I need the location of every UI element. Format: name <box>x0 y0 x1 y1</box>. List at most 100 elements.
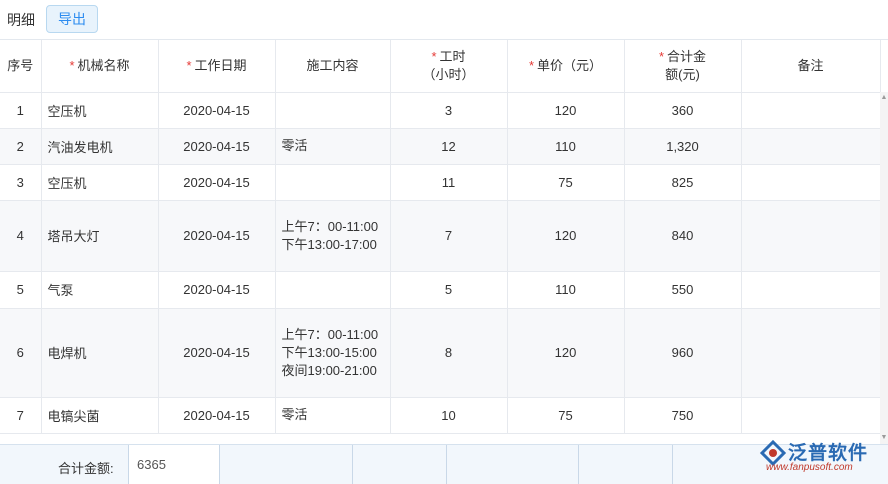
cell-hours[interactable]: 3 <box>390 92 508 129</box>
brand-logo: 泛普软件 www.fanpusoft.com <box>758 436 886 482</box>
cell-note[interactable] <box>741 200 881 272</box>
required-asterisk: * <box>658 48 665 64</box>
cell-hours[interactable]: 10 <box>390 397 508 434</box>
footer-divider <box>672 445 673 484</box>
cell-no: 3 <box>0 164 42 201</box>
cell-date[interactable]: 2020-04-15 <box>158 397 276 434</box>
header-note[interactable]: 备注 <box>741 40 881 93</box>
cell-content[interactable] <box>275 164 391 201</box>
cell-note[interactable] <box>741 271 881 309</box>
header-label: 工作日期 <box>194 57 247 73</box>
cell-hours[interactable]: 5 <box>390 271 508 309</box>
required-asterisk: * <box>186 57 192 73</box>
table-row[interactable]: 4 塔吊大灯 2020-04-15 上午7：00-11:00下午13:00-17… <box>0 200 881 272</box>
cell-no: 6 <box>0 308 42 398</box>
cell-date[interactable]: 2020-04-15 <box>158 164 276 201</box>
cell-no: 4 <box>0 200 42 272</box>
header-no[interactable]: 序号 <box>0 40 42 93</box>
cell-content[interactable] <box>275 92 391 129</box>
cell-no: 5 <box>0 271 42 309</box>
cell-price[interactable]: 120 <box>507 308 625 398</box>
summary-footer: 合计金额: 6365 <box>0 444 888 484</box>
cell-amount: 750 <box>624 397 742 434</box>
cell-price[interactable]: 110 <box>507 128 625 165</box>
machinery-table: 序号 * 机械名称 * 工作日期 施工内容 * 工时（小时） * 单价（元） * 合计金额… <box>0 40 881 434</box>
cell-machine[interactable]: 气泵 <box>41 271 159 309</box>
required-asterisk: * <box>69 57 75 73</box>
scroll-up-icon[interactable]: ▲ <box>880 94 888 102</box>
table-row[interactable]: 7 电镐尖菌 2020-04-15 零活 10 75 750 <box>0 397 881 434</box>
cell-price[interactable]: 75 <box>507 164 625 201</box>
cell-machine[interactable]: 电焊机 <box>41 308 159 398</box>
table-row[interactable]: 5 气泵 2020-04-15 5 110 550 <box>0 271 881 309</box>
cell-amount: 360 <box>624 92 742 129</box>
header-content[interactable]: 施工内容 <box>275 40 391 93</box>
cell-note[interactable] <box>741 308 881 398</box>
cell-machine[interactable]: 空压机 <box>41 92 159 129</box>
cell-hours[interactable]: 8 <box>390 308 508 398</box>
footer-divider <box>352 445 353 484</box>
logo-url-text: www.fanpusoft.com <box>766 462 853 473</box>
cell-content[interactable]: 零活 <box>275 397 391 434</box>
cell-price[interactable]: 120 <box>507 92 625 129</box>
cell-note[interactable] <box>741 164 881 201</box>
cell-machine[interactable]: 空压机 <box>41 164 159 201</box>
export-button[interactable]: 导出 <box>46 5 98 33</box>
cell-note[interactable] <box>741 397 881 434</box>
cell-note[interactable] <box>741 92 881 129</box>
header-label: 单价（元） <box>537 57 603 73</box>
table-header-row: 序号 * 机械名称 * 工作日期 施工内容 * 工时（小时） * 单价（元） * 合计金额… <box>0 40 881 93</box>
header-label: 工时（小时） <box>422 48 475 82</box>
cell-amount: 840 <box>624 200 742 272</box>
cell-content[interactable]: 零活 <box>275 128 391 165</box>
vertical-scrollbar[interactable]: ▲ ▼ <box>880 92 888 444</box>
footer-divider <box>446 445 447 484</box>
cell-no: 1 <box>0 92 42 129</box>
cell-date[interactable]: 2020-04-15 <box>158 271 276 309</box>
toolbar: 明细 导出 <box>0 0 888 40</box>
header-label: 合计金额(元) <box>665 48 707 82</box>
cell-no: 7 <box>0 397 42 434</box>
header-price[interactable]: * 单价（元） <box>507 40 625 93</box>
header-amount[interactable]: * 合计金额(元) <box>624 40 742 93</box>
header-label: 序号 <box>7 57 34 73</box>
cell-note[interactable] <box>741 128 881 165</box>
header-hours[interactable]: * 工时（小时） <box>390 40 508 93</box>
logo-brand-text: 泛普软件 <box>788 443 869 464</box>
header-machine[interactable]: * 机械名称 <box>41 40 159 93</box>
table-row[interactable]: 2 汽油发电机 2020-04-15 零活 12 110 1,320 <box>0 128 881 165</box>
cell-content[interactable]: 上午7：00-11:00下午13:00-17:00 <box>275 200 391 272</box>
cell-machine[interactable]: 汽油发电机 <box>41 128 159 165</box>
table-row[interactable]: 6 电焊机 2020-04-15 上午7：00-11:00下午13:00-15:… <box>0 308 881 398</box>
cell-price[interactable]: 110 <box>507 271 625 309</box>
header-date[interactable]: * 工作日期 <box>158 40 276 93</box>
cell-date[interactable]: 2020-04-15 <box>158 128 276 165</box>
cell-date[interactable]: 2020-04-15 <box>158 308 276 398</box>
header-label: 施工内容 <box>306 57 359 73</box>
total-amount-label: 合计金额: <box>58 461 114 476</box>
cell-content[interactable] <box>275 271 391 309</box>
header-label: 备注 <box>797 57 824 73</box>
total-amount-value: 6365 <box>128 445 220 484</box>
cell-price[interactable]: 120 <box>507 200 625 272</box>
cell-price[interactable]: 75 <box>507 397 625 434</box>
table-row[interactable]: 3 空压机 2020-04-15 11 75 825 <box>0 164 881 201</box>
footer-divider <box>578 445 579 484</box>
cell-hours[interactable]: 12 <box>390 128 508 165</box>
cell-no: 2 <box>0 128 42 165</box>
cell-hours[interactable]: 11 <box>390 164 508 201</box>
tab-detail[interactable]: 明细 <box>7 10 35 30</box>
table-row[interactable]: 1 空压机 2020-04-15 3 120 360 <box>0 92 881 129</box>
cell-hours[interactable]: 7 <box>390 200 508 272</box>
cell-machine[interactable]: 电镐尖菌 <box>41 397 159 434</box>
cell-date[interactable]: 2020-04-15 <box>158 200 276 272</box>
cell-machine[interactable]: 塔吊大灯 <box>41 200 159 272</box>
required-asterisk: * <box>528 57 535 73</box>
header-label: 机械名称 <box>77 57 130 73</box>
cell-amount: 550 <box>624 271 742 309</box>
required-asterisk: * <box>431 48 437 64</box>
cell-amount: 825 <box>624 164 742 201</box>
cell-content[interactable]: 上午7：00-11:00下午13:00-15:00夜间19:00-21:00 <box>275 308 391 398</box>
cell-amount: 960 <box>624 308 742 398</box>
cell-date[interactable]: 2020-04-15 <box>158 92 276 129</box>
